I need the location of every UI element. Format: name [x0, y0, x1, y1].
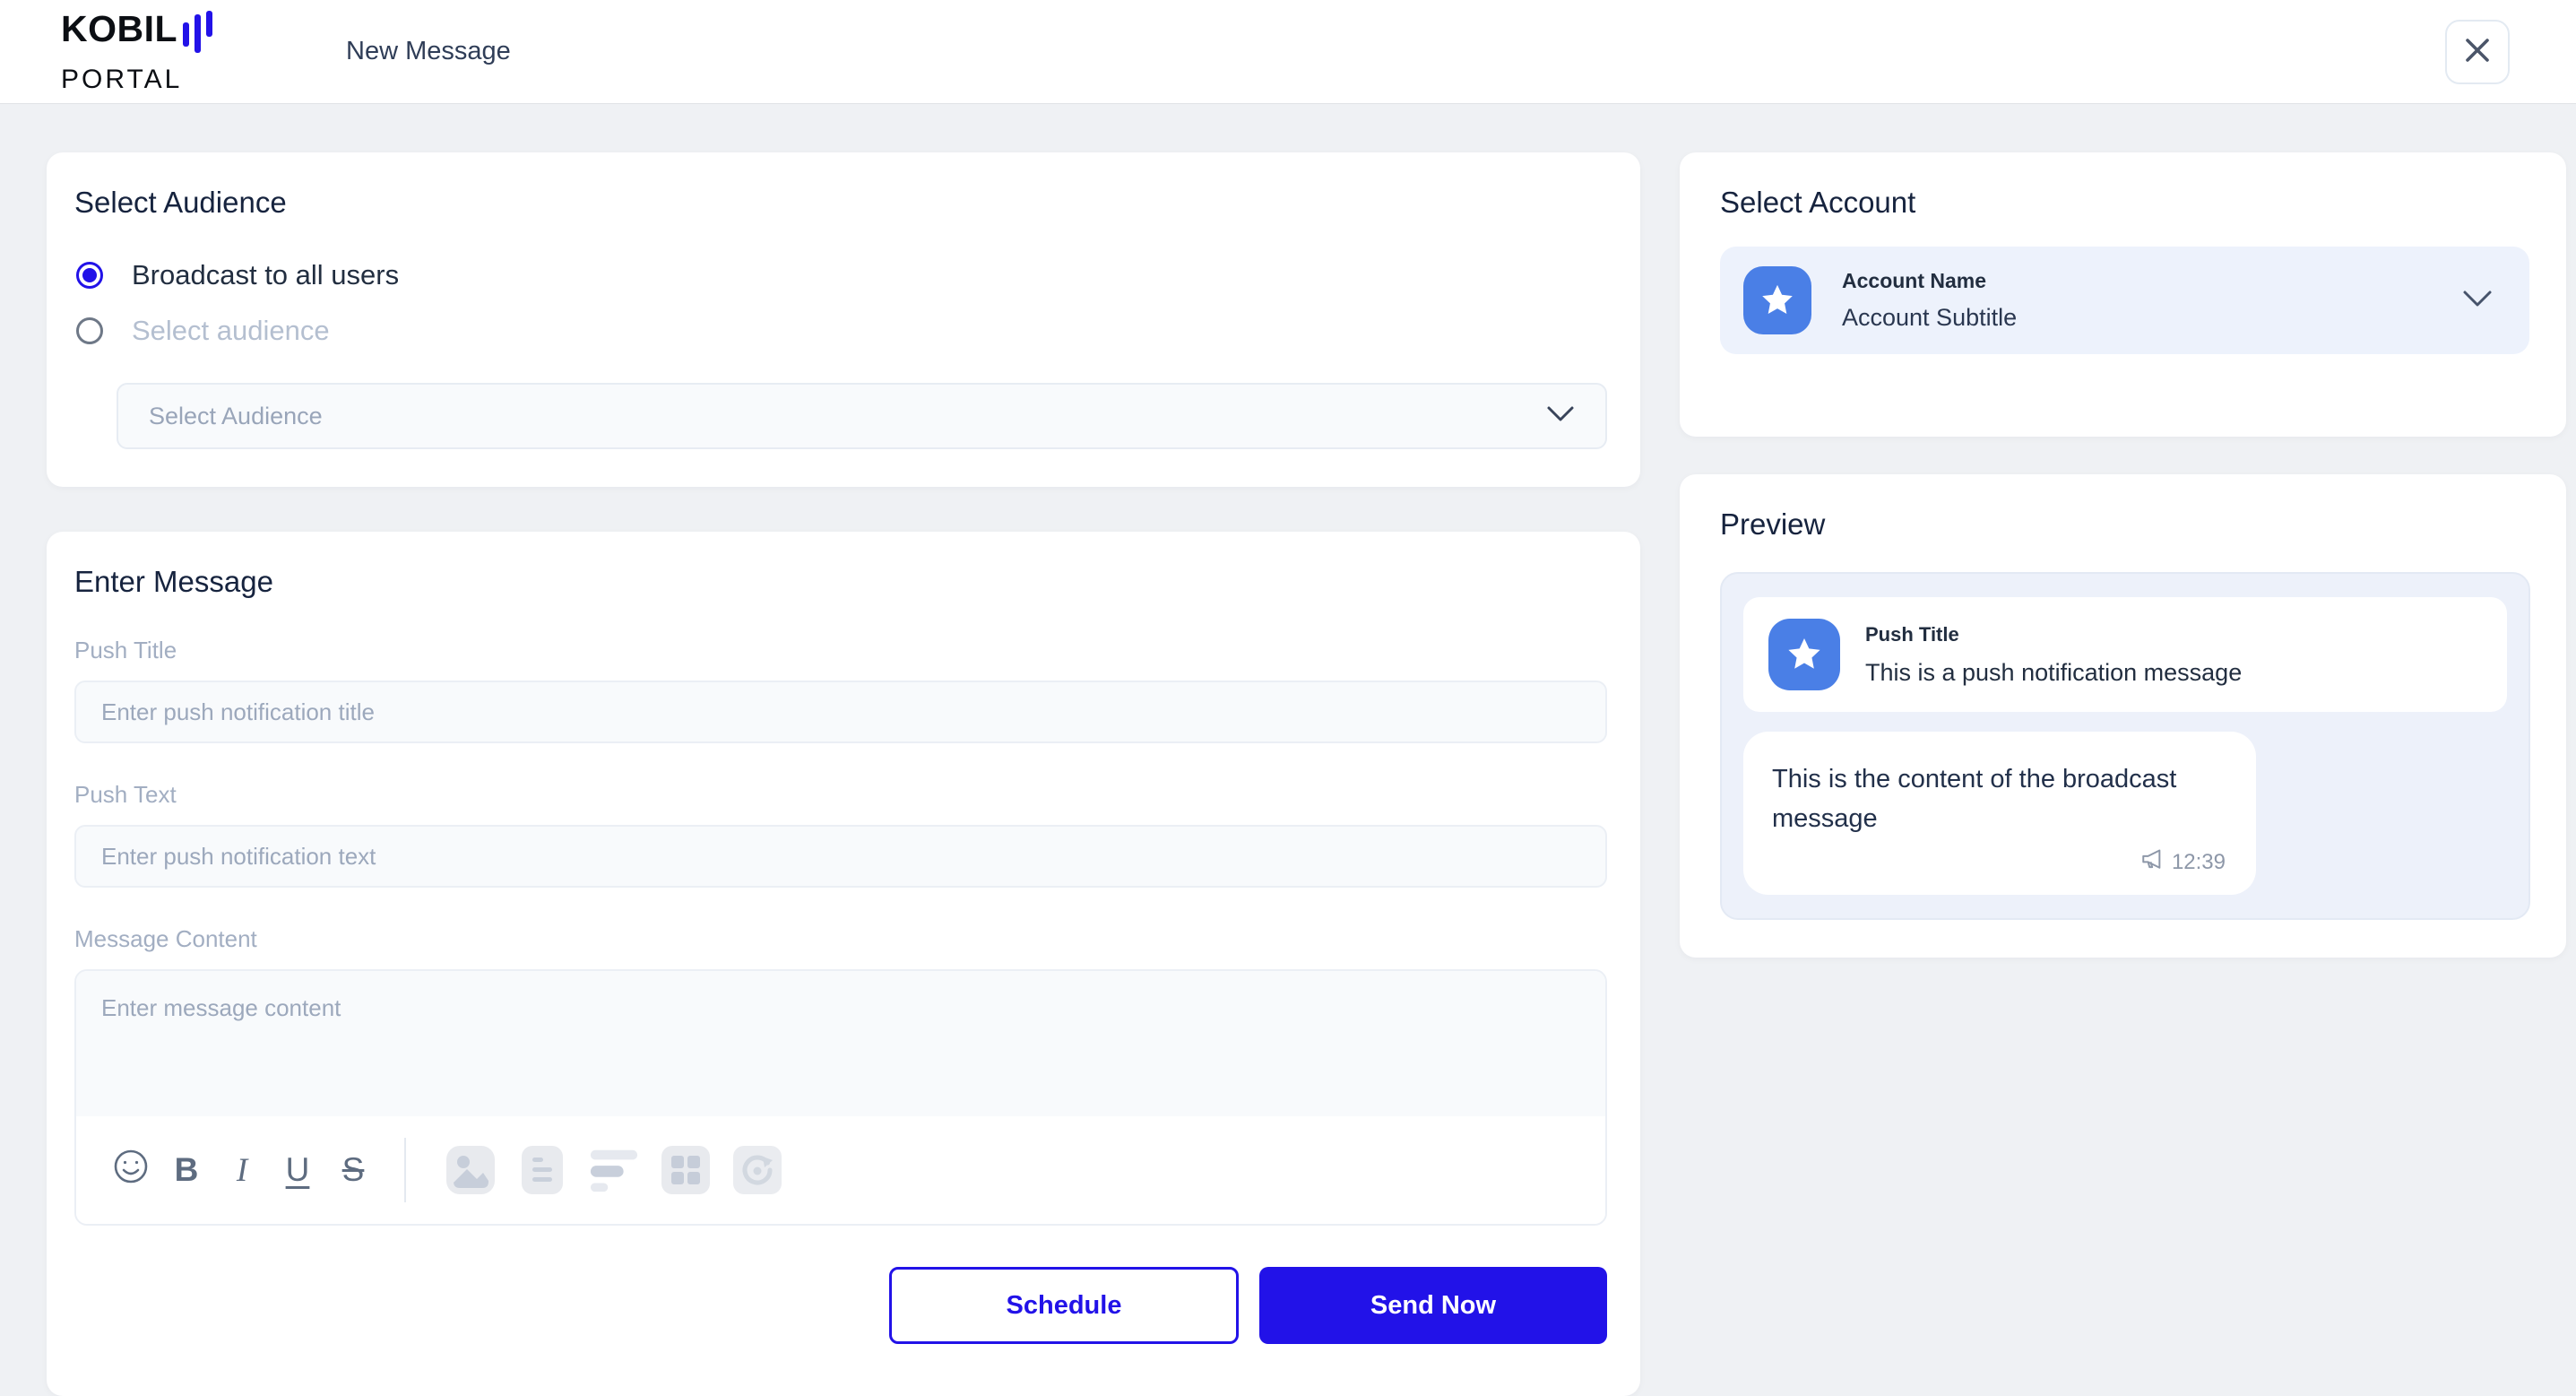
radio-broadcast-label[interactable]: Broadcast to all users [132, 259, 399, 291]
toolbar-divider [404, 1138, 406, 1202]
radio-select-audience-label[interactable]: Select audience [132, 315, 330, 347]
rotate-icon [732, 1145, 782, 1195]
select-account-heading: Select Account [1720, 186, 2529, 220]
underline-button[interactable]: U [270, 1139, 325, 1201]
push-text-input[interactable] [74, 825, 1607, 888]
push-notification-preview: Push Title This is a push notification m… [1743, 597, 2507, 712]
grid-icon [661, 1145, 711, 1195]
main-content: Select Audience Broadcast to all users S… [0, 103, 2576, 1396]
align-left-icon [589, 1145, 639, 1195]
close-button[interactable] [2445, 20, 2510, 84]
emoji-button[interactable] [103, 1139, 159, 1201]
logo-text-kobil: KOBIL [61, 11, 177, 48]
editor-toolbar: B I U S [76, 1116, 1605, 1224]
document-icon [517, 1145, 567, 1195]
schedule-button[interactable]: Schedule [889, 1267, 1239, 1344]
signal-bars-icon [183, 11, 219, 61]
preview-push-title: Push Title [1865, 623, 2242, 646]
push-star-icon [1768, 619, 1840, 690]
bubble-text: This is the content of the broadcast mes… [1772, 760, 2226, 838]
audience-dropdown-placeholder: Select Audience [149, 403, 1546, 430]
top-bar: KOBIL PORTAL New Message [0, 0, 2576, 103]
megaphone-icon [2139, 847, 2164, 877]
message-bubble-preview: This is the content of the broadcast mes… [1743, 732, 2256, 895]
chevron-down-icon [1546, 405, 1575, 428]
enter-message-card: Enter Message Push Title Push Text Messa… [47, 532, 1640, 1396]
kobil-portal-logo: KOBIL PORTAL [61, 11, 219, 93]
page-title: New Message [346, 37, 511, 66]
push-title-label: Push Title [74, 637, 1607, 664]
audience-dropdown[interactable]: Select Audience [117, 383, 1607, 449]
message-content-label: Message Content [74, 925, 1607, 953]
radio-broadcast-all-users[interactable]: Broadcast to all users [76, 259, 1607, 291]
preview-panel: Push Title This is a push notification m… [1720, 572, 2530, 920]
account-subtitle: Account Subtitle [1842, 304, 2017, 332]
italic-button[interactable]: I [214, 1139, 270, 1201]
select-audience-card: Select Audience Broadcast to all users S… [47, 152, 1640, 487]
close-icon [2462, 35, 2493, 68]
bold-button[interactable]: B [159, 1139, 214, 1201]
account-name: Account Name [1842, 269, 2017, 293]
chevron-down-icon [2461, 289, 2494, 313]
emoji-icon [112, 1148, 150, 1193]
account-star-icon [1743, 266, 1811, 334]
account-selector[interactable]: Account Name Account Subtitle [1720, 247, 2529, 354]
preview-card: Preview Push Title This is a push notifi… [1680, 474, 2566, 958]
image-icon [445, 1145, 496, 1195]
strikethrough-button[interactable]: S [325, 1139, 381, 1201]
radio-selected-icon[interactable] [76, 262, 103, 289]
bubble-time: 12:39 [2172, 850, 2226, 875]
radio-unselected-icon[interactable] [76, 317, 103, 344]
bubble-meta: 12:39 [1772, 847, 2226, 877]
message-content-editor: B I U S [74, 969, 1607, 1226]
select-audience-heading: Select Audience [74, 186, 1607, 220]
send-now-button[interactable]: Send Now [1259, 1267, 1607, 1344]
enter-message-heading: Enter Message [74, 565, 1607, 599]
preview-heading: Preview [1720, 507, 2530, 542]
disabled-toolbar-group [445, 1145, 782, 1195]
radio-select-audience[interactable]: Select audience [76, 315, 1607, 347]
message-content-input[interactable] [76, 971, 1605, 1116]
audience-radio-group: Broadcast to all users Select audience [74, 259, 1607, 347]
logo-text-portal: PORTAL [61, 66, 219, 93]
push-title-input[interactable] [74, 681, 1607, 743]
select-account-card: Select Account Account Name Account Subt… [1680, 152, 2566, 437]
push-text-label: Push Text [74, 781, 1607, 809]
preview-push-message: This is a push notification message [1865, 659, 2242, 687]
action-buttons-row: Schedule Send Now [74, 1267, 1607, 1344]
